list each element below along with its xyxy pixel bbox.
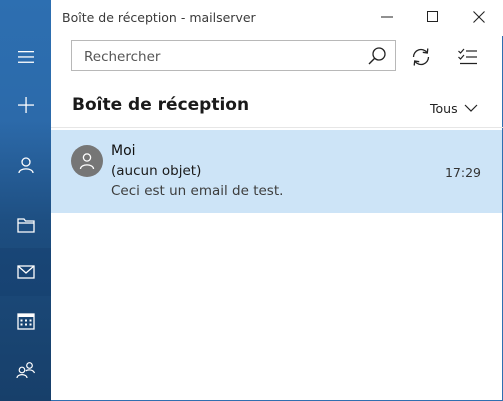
checklist-icon xyxy=(458,48,477,65)
chevron-down-icon xyxy=(464,104,478,112)
sync-icon xyxy=(412,48,430,66)
search-button[interactable] xyxy=(367,46,387,66)
calendar-button[interactable] xyxy=(0,297,51,345)
selection-mode-button[interactable] xyxy=(451,40,485,74)
new-mail-icon xyxy=(17,97,34,113)
search-icon xyxy=(368,47,386,65)
message-sender: Moi xyxy=(111,143,136,159)
sync-button[interactable] xyxy=(404,40,438,74)
maximize-button[interactable] xyxy=(410,0,456,34)
folders-button[interactable] xyxy=(0,201,51,249)
people-button[interactable] xyxy=(0,346,51,394)
mail-icon xyxy=(16,265,35,279)
close-button[interactable] xyxy=(456,0,502,34)
message-time: 17:29 xyxy=(444,165,481,180)
search-input[interactable] xyxy=(82,47,356,67)
person-icon xyxy=(79,153,95,170)
divider xyxy=(51,127,503,128)
calendar-icon xyxy=(16,313,35,330)
account-icon xyxy=(17,157,34,174)
minimize-button[interactable] xyxy=(364,0,410,34)
filter-label: Tous xyxy=(430,100,458,116)
message-preview: Ceci est un email de test. xyxy=(111,183,284,199)
hamburger-icon xyxy=(17,51,34,63)
hamburger-button[interactable] xyxy=(0,33,51,81)
new-mail-button[interactable] xyxy=(0,81,51,129)
window-title: Boîte de réception - mailserver xyxy=(62,10,256,25)
filter-dropdown[interactable]: Tous xyxy=(430,99,478,117)
account-button[interactable] xyxy=(0,141,51,189)
avatar xyxy=(71,145,103,177)
folder-icon xyxy=(16,218,35,233)
message-subject: (aucun objet) xyxy=(111,163,202,179)
close-icon xyxy=(473,11,485,23)
nav-rail xyxy=(0,0,51,401)
maximize-icon xyxy=(427,11,438,22)
mail-button[interactable] xyxy=(0,248,51,296)
folder-title: Boîte de réception xyxy=(72,95,250,115)
message-list-item[interactable]: Moi (aucun objet) Ceci est un email de t… xyxy=(51,130,502,213)
search-box xyxy=(71,40,396,71)
minimize-icon xyxy=(381,16,393,18)
people-icon xyxy=(15,362,35,379)
